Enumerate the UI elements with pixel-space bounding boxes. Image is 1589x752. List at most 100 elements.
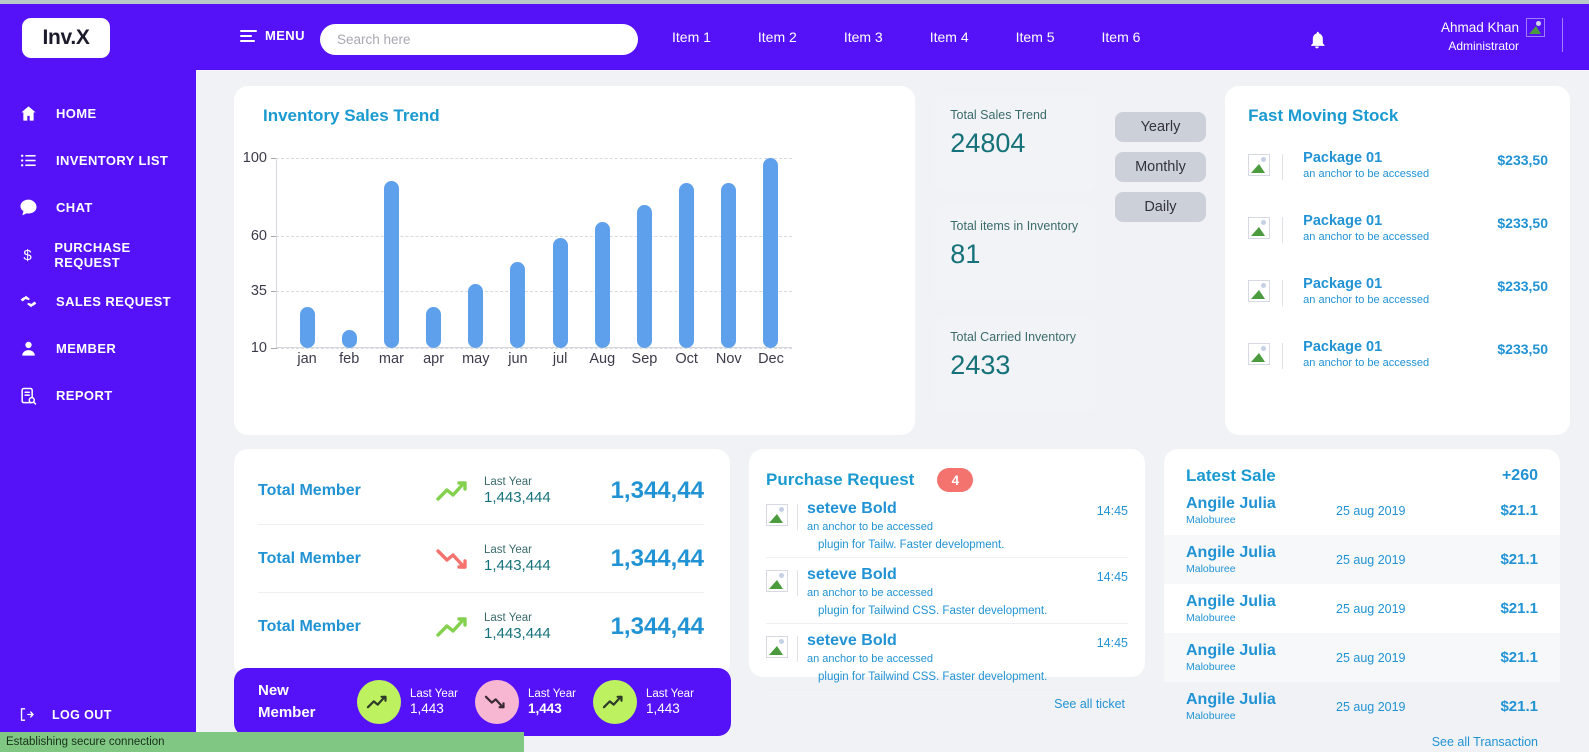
last-year-label: Last Year — [645, 688, 694, 700]
nav-item-1[interactable]: Item 1 — [672, 29, 711, 45]
product-price: $233,50 — [1497, 152, 1548, 168]
bar — [426, 306, 442, 348]
notification-bell-icon[interactable] — [1307, 30, 1327, 50]
sale-amount: $21.1 — [1500, 698, 1538, 715]
list-item[interactable]: seteve Bold an anchor to be accessed 14:45… — [766, 558, 1128, 624]
list-item[interactable]: seteve Bold an anchor to be accessed 14:45… — [766, 492, 1128, 558]
list-item[interactable]: Package 01 an anchor to be accessed $233,5… — [1248, 276, 1548, 339]
bar — [510, 262, 526, 348]
divider — [797, 570, 798, 596]
trend-down-icon — [474, 680, 519, 724]
sidebar: HOME INVENTORY LIST CHAT $ PURCHASE REQU… — [0, 70, 196, 745]
last-year-block: Last Year 1,443,444 — [484, 476, 594, 506]
nav-item-2[interactable]: Item 2 — [758, 29, 797, 45]
member-current-value: 1,344,44 — [610, 544, 704, 572]
customer-name: Angile Julia — [1186, 592, 1276, 610]
x-axis-tick-label: jan — [297, 351, 317, 367]
table-row[interactable]: Angile Julia Maloburee 25 aug 2019 $21.1 — [1164, 633, 1560, 682]
table-row[interactable]: Angile Julia Maloburee 25 aug 2019 $21.1 — [1164, 535, 1560, 584]
product-subtitle: an anchor to be accessed — [1303, 231, 1430, 243]
nav-item-6[interactable]: Item 6 — [1102, 29, 1141, 45]
nav-item-4[interactable]: Item 4 — [930, 29, 969, 45]
new-member-stat: Last Year 1,443 — [357, 680, 458, 724]
nav-item-3[interactable]: Item 3 — [844, 29, 883, 45]
customer-info: Angile Julia Maloburee — [1186, 495, 1336, 527]
customer-name: Angile Julia — [1186, 494, 1276, 512]
sidebar-item-member[interactable]: MEMBER — [0, 325, 196, 372]
customer-info: Angile Julia Maloburee — [1186, 544, 1336, 576]
x-axis-tick-label: Dec — [758, 351, 784, 367]
x-axis-tick-label: Aug — [589, 351, 616, 367]
see-all-ticket-link[interactable]: See all ticket — [766, 690, 1128, 711]
new-member-values: Last Year 1,443 — [410, 688, 458, 716]
latest-sale-title: Latest Sale — [1186, 466, 1276, 485]
table-row[interactable]: Angile Julia Maloburee 25 aug 2019 $21.1 — [1164, 682, 1560, 731]
bar-column: may — [455, 158, 497, 367]
sidebar-item-inventory-list[interactable]: INVENTORY LIST — [0, 137, 196, 184]
product-price: $233,50 — [1497, 215, 1548, 231]
period-daily-button[interactable]: Daily — [1114, 192, 1207, 222]
customer-info: Angile Julia Maloburee — [1186, 642, 1336, 674]
latest-sale-card: Latest Sale +260 Angile Julia Maloburee 25… — [1164, 449, 1560, 749]
user-role: Administrator — [1448, 38, 1519, 53]
window-top-strip — [0, 0, 1589, 4]
dollar-icon: $ — [0, 245, 54, 264]
new-member-card: New Member Last Year 1,443 Last Year 1,443 L… — [234, 668, 731, 736]
last-year-block: Last Year 1,443,444 — [484, 544, 594, 574]
bar — [383, 181, 399, 348]
period-monthly-button[interactable]: Monthly — [1114, 152, 1207, 182]
see-all-transaction-link[interactable]: See all Transaction — [1164, 731, 1560, 749]
bar-column: Aug — [581, 158, 623, 367]
stat-label: Total items in Inventory — [950, 219, 1079, 233]
nav-item-5[interactable]: Item 5 — [1016, 29, 1055, 45]
divider — [1282, 280, 1284, 306]
divider — [1282, 343, 1284, 369]
trend-up-icon — [426, 614, 484, 640]
purchase-request-title: Purchase Request — [766, 470, 915, 489]
divider — [797, 504, 798, 530]
table-row: Total Member Last Year 1,443,444 1,344,44 — [258, 525, 704, 593]
bar-column: Sep — [623, 158, 665, 367]
product-price: $233,50 — [1497, 341, 1548, 357]
app-logo[interactable]: Inv.X — [22, 18, 110, 58]
user-profile[interactable]: Ahmad Khan Administrator — [1441, 18, 1563, 55]
list-item[interactable]: Package 01 an anchor to be accessed $233,5… — [1248, 213, 1548, 276]
list-item[interactable]: seteve Bold an anchor to be accessed 14:45… — [766, 624, 1128, 690]
menu-toggle[interactable]: MENU — [240, 28, 305, 43]
product-name: Package 01 — [1303, 150, 1383, 166]
stat-card-total-sales-trend: Total Sales Trend 24804 — [934, 94, 1096, 191]
bar — [636, 204, 652, 348]
last-year-value: 1,443,444 — [484, 556, 551, 574]
sidebar-item-sales-request[interactable]: SALES REQUEST — [0, 278, 196, 325]
sale-amount: $21.1 — [1500, 600, 1538, 617]
requester-subtitle: an anchor to be accessed — [807, 587, 933, 599]
table-row[interactable]: Angile Julia Maloburee 25 aug 2019 $21.1 — [1164, 486, 1560, 535]
list-item[interactable]: Package 01 an anchor to be accessed $233,5… — [1248, 150, 1548, 213]
divider — [797, 636, 798, 662]
stat-label: Total Sales Trend — [950, 108, 1047, 122]
customer-info: Angile Julia Maloburee — [1186, 691, 1336, 723]
member-row-label: Total Member — [258, 549, 361, 567]
sidebar-item-purchase-request[interactable]: $ PURCHASE REQUEST — [0, 231, 196, 278]
sidebar-item-chat[interactable]: CHAT — [0, 184, 196, 231]
product-name: Package 01 — [1303, 276, 1383, 292]
logout-button[interactable]: LOG OUT — [0, 706, 112, 723]
bar-column: Oct — [666, 158, 708, 367]
home-icon — [0, 104, 56, 123]
sidebar-item-home[interactable]: HOME — [0, 90, 196, 137]
menu-label: MENU — [265, 28, 305, 43]
list-item[interactable]: Package 01 an anchor to be accessed $233,5… — [1248, 339, 1548, 402]
last-year-label: Last Year — [484, 475, 532, 488]
product-thumbnail — [1248, 280, 1271, 302]
product-info: Package 01 an anchor to be accessed — [1303, 150, 1485, 180]
stat-value: 2433 — [950, 350, 1011, 380]
latest-sale-list: Angile Julia Maloburee 25 aug 2019 $21.1 Ang… — [1164, 486, 1560, 731]
sidebar-item-report[interactable]: REPORT — [0, 372, 196, 419]
status-bar: Establishing secure connection — [0, 732, 524, 752]
divider — [1282, 154, 1284, 180]
period-yearly-button[interactable]: Yearly — [1114, 112, 1207, 142]
sale-date: 25 aug 2019 — [1336, 699, 1406, 714]
search-input[interactable] — [320, 24, 638, 55]
table-row[interactable]: Angile Julia Maloburee 25 aug 2019 $21.1 — [1164, 584, 1560, 633]
main-content: Inventory Sales Trend 10 35 60 100 jan feb mar… — [196, 70, 1589, 752]
